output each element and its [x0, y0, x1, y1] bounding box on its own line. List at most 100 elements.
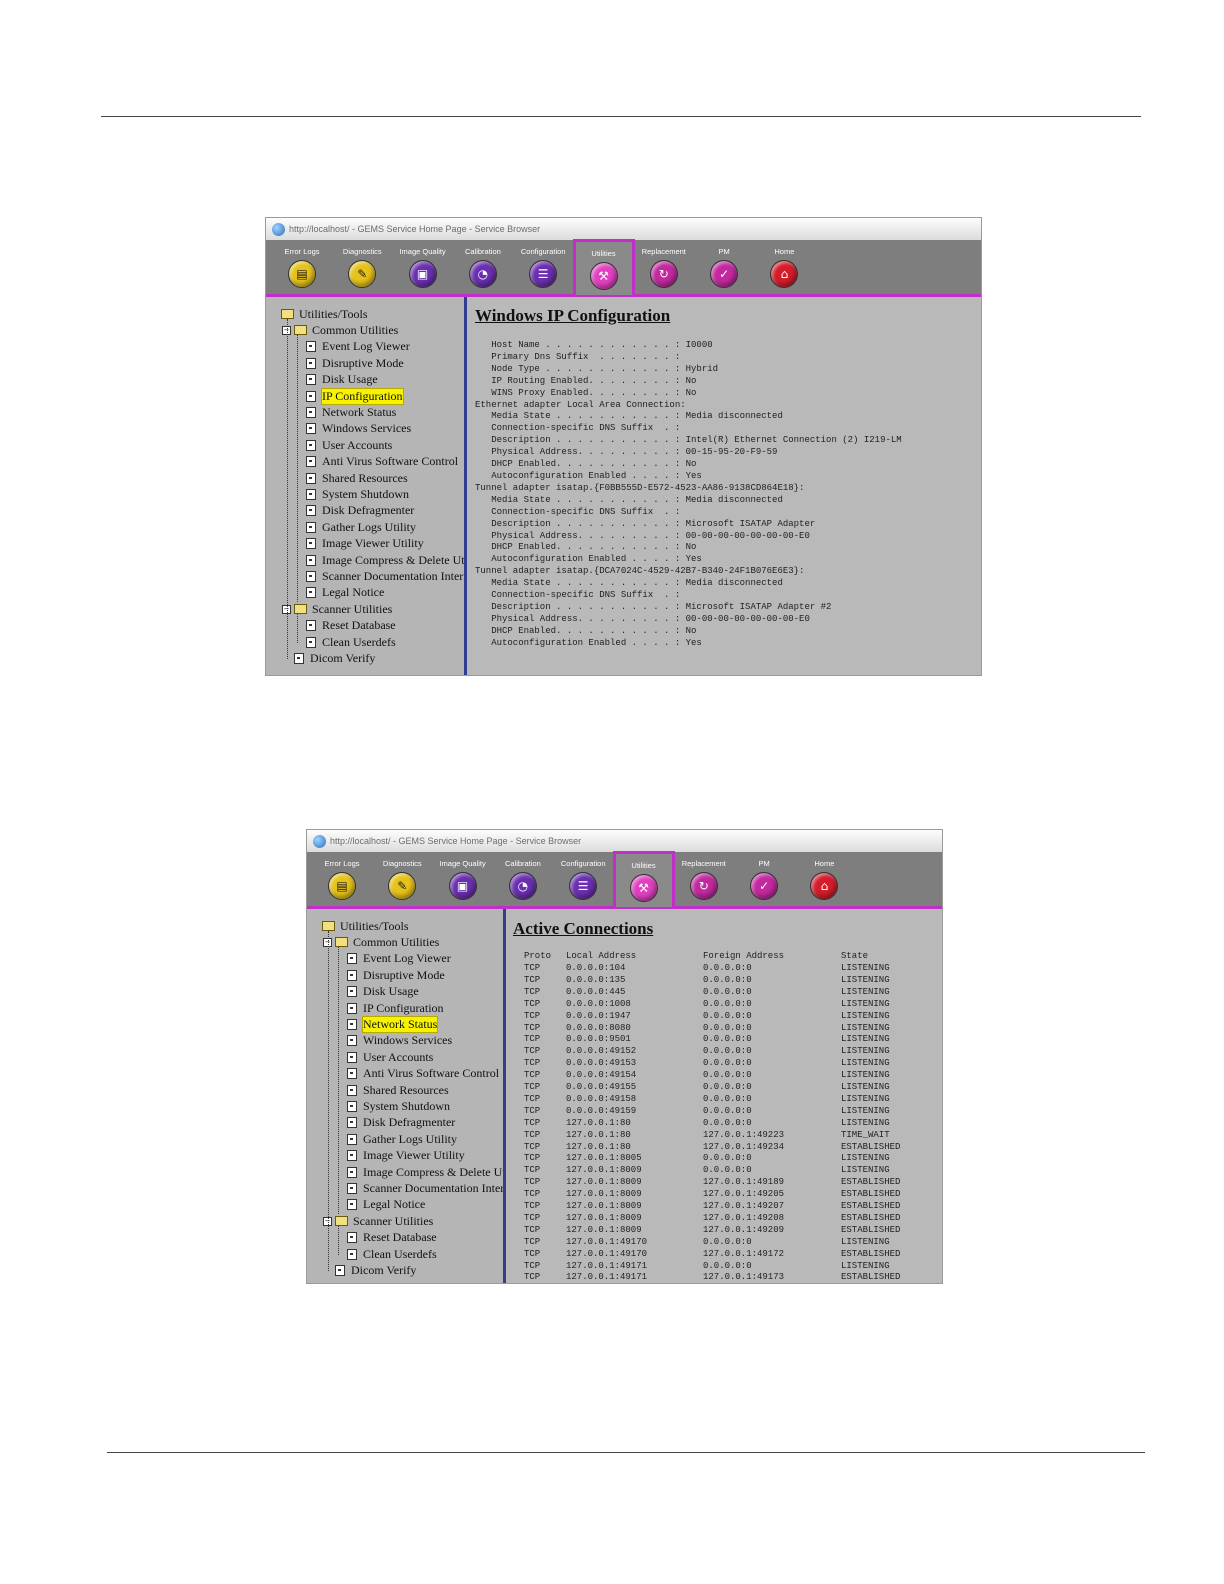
- home-icon[interactable]: ⌂: [770, 260, 799, 288]
- toolbar-error-logs-button[interactable]: Error Logs ▤: [311, 852, 373, 906]
- toolbar-replacement-button[interactable]: Replacement ↻: [673, 852, 735, 906]
- diagnostics-icon[interactable]: ✎: [388, 872, 417, 900]
- tree-item-image-viewer-utility[interactable]: Image Viewer Utility: [347, 1148, 465, 1163]
- tree-item-event-log-viewer[interactable]: Event Log Viewer: [347, 951, 451, 966]
- tree-item-image-compress-delete-util[interactable]: Image Compress & Delete Util: [347, 1165, 503, 1179]
- toolbar-utilities-button[interactable]: Utilities ⚒: [572, 239, 635, 295]
- pm-icon[interactable]: ✓: [750, 872, 779, 900]
- page-icon: [306, 587, 316, 599]
- tree-item-legal-notice[interactable]: Legal Notice: [306, 585, 384, 600]
- tree-item-windows-services[interactable]: Windows Services: [306, 421, 411, 436]
- tree-group-scanner-utilities[interactable]: − Scanner Utilities: [282, 602, 392, 616]
- tree-item-event-log-viewer[interactable]: Event Log Viewer: [306, 339, 410, 354]
- tree-connector: [297, 335, 298, 603]
- toolbar-error-logs-button[interactable]: Error Logs ▤: [271, 240, 333, 294]
- home-icon[interactable]: ⌂: [810, 872, 839, 900]
- toolbar-home-button[interactable]: Home ⌂: [753, 240, 815, 294]
- page-icon: [347, 1248, 357, 1260]
- replacement-icon[interactable]: ↻: [649, 260, 678, 288]
- tree-item-windows-services[interactable]: Windows Services: [347, 1033, 452, 1048]
- table-cell: 127.0.0.1:49234: [703, 1141, 785, 1152]
- tree-connector: [338, 947, 339, 1215]
- tree-item-reset-database[interactable]: Reset Database: [306, 618, 396, 633]
- table-row: TCP 0.0.0.0:49155 0.0.0.0:0 LISTENING: [506, 1081, 936, 1093]
- tree-root-utilities-tools[interactable]: Utilities/Tools: [322, 919, 409, 933]
- table-cell: ESTABLISHED: [841, 1272, 901, 1283]
- page-icon: [306, 390, 316, 402]
- error-logs-icon[interactable]: ▤: [288, 260, 316, 288]
- tree-item-disk-defragmenter[interactable]: Disk Defragmenter: [306, 503, 414, 518]
- tree-item-system-shutdown[interactable]: System Shutdown: [306, 487, 409, 501]
- calibration-icon[interactable]: ◔: [468, 260, 497, 288]
- tree-item-gather-logs-utility[interactable]: Gather Logs Utility: [306, 520, 416, 534]
- toolbar-configuration-button[interactable]: Configuration ☰: [552, 852, 614, 906]
- tree-item-reset-database[interactable]: Reset Database: [347, 1230, 437, 1245]
- tree-group-common-utilities[interactable]: − Common Utilities: [323, 935, 439, 949]
- pm-icon[interactable]: ✓: [710, 260, 739, 288]
- tree-item-dicom-verify[interactable]: Dicom Verify: [294, 651, 375, 665]
- calibration-icon[interactable]: ◔: [508, 872, 537, 900]
- tree-item-ip-configuration[interactable]: IP Configuration: [306, 387, 404, 405]
- tree-item-disruptive-mode[interactable]: Disruptive Mode: [347, 968, 445, 982]
- tree-item-image-compress-delete-util[interactable]: Image Compress & Delete Util: [306, 553, 464, 567]
- utilities-icon[interactable]: ⚒: [589, 262, 618, 290]
- tree-item-network-status[interactable]: Network Status: [306, 405, 396, 419]
- tree-item-anti-virus-software-control[interactable]: Anti Virus Software Control: [306, 454, 458, 469]
- tree-item-shared-resources[interactable]: Shared Resources: [347, 1083, 449, 1097]
- diagnostics-icon[interactable]: ✎: [348, 260, 377, 288]
- image-quality-icon[interactable]: ▣: [448, 872, 477, 900]
- tree-item-ip-configuration[interactable]: IP Configuration: [347, 1001, 444, 1015]
- tree-item-anti-virus-software-control[interactable]: Anti Virus Software Control: [347, 1066, 499, 1081]
- table-row: TCP 127.0.0.1:8005 0.0.0.0:0 LISTENING: [506, 1152, 936, 1164]
- table-row: TCP 0.0.0.0:49159 0.0.0.0:0 LISTENING: [506, 1105, 936, 1117]
- table-cell: LISTENING: [841, 1105, 890, 1116]
- table-cell: TCP: [524, 1070, 541, 1081]
- error-logs-icon[interactable]: ▤: [328, 872, 356, 900]
- table-cell: 0.0.0.0:0: [703, 1010, 752, 1021]
- toolbar-label: Calibration: [464, 247, 501, 256]
- toolbar-replacement-button[interactable]: Replacement ↻: [633, 240, 695, 294]
- toolbar-pm-button[interactable]: PM ✓: [733, 852, 795, 906]
- tree-item-shared-resources[interactable]: Shared Resources: [306, 471, 408, 485]
- tree-item-disk-defragmenter[interactable]: Disk Defragmenter: [347, 1115, 455, 1130]
- tree-item-network-status[interactable]: Network Status: [347, 1015, 439, 1033]
- toolbar-home-button[interactable]: Home ⌂: [793, 852, 855, 906]
- tree-item-clean-userdefs[interactable]: Clean Userdefs: [306, 635, 396, 649]
- toolbar-diagnostics-button[interactable]: Diagnostics ✎: [331, 240, 393, 294]
- replacement-icon[interactable]: ↻: [689, 872, 718, 900]
- table-cell: LISTENING: [841, 974, 890, 985]
- table-cell: Local Address: [566, 951, 637, 961]
- tree-item-scanner-documentation-interfa[interactable]: Scanner Documentation Interfa: [306, 569, 464, 583]
- tree-item-disk-usage[interactable]: Disk Usage: [306, 372, 378, 387]
- tree-item-disruptive-mode[interactable]: Disruptive Mode: [306, 356, 404, 370]
- tree-group-common-utilities[interactable]: − Common Utilities: [282, 323, 398, 337]
- toolbar-image-quality-button[interactable]: Image Quality ▣: [392, 240, 454, 294]
- toolbar-pm-button[interactable]: PM ✓: [693, 240, 755, 294]
- toolbar-utilities-button[interactable]: Utilities ⚒: [612, 851, 675, 907]
- table-cell: LISTENING: [841, 986, 890, 997]
- image-quality-icon[interactable]: ▣: [408, 260, 437, 288]
- tree-item-gather-logs-utility[interactable]: Gather Logs Utility: [347, 1132, 457, 1146]
- utilities-icon[interactable]: ⚒: [629, 874, 658, 902]
- configuration-icon[interactable]: ☰: [529, 260, 558, 288]
- tree-root-utilities-tools[interactable]: Utilities/Tools: [281, 307, 368, 321]
- toolbar-diagnostics-button[interactable]: Diagnostics ✎: [371, 852, 433, 906]
- table-cell: 0.0.0.0:9501: [566, 1034, 631, 1045]
- toolbar-image-quality-button[interactable]: Image Quality ▣: [432, 852, 494, 906]
- tree-item-legal-notice[interactable]: Legal Notice: [347, 1197, 425, 1212]
- tree-item-user-accounts[interactable]: User Accounts: [306, 438, 392, 452]
- tree-item-image-viewer-utility[interactable]: Image Viewer Utility: [306, 536, 424, 551]
- tree-group-scanner-utilities[interactable]: − Scanner Utilities: [323, 1214, 433, 1228]
- tree-item-clean-userdefs[interactable]: Clean Userdefs: [347, 1247, 437, 1261]
- tree-item-disk-usage[interactable]: Disk Usage: [347, 984, 419, 999]
- toolbar-calibration-button[interactable]: Calibration ◔: [452, 240, 514, 294]
- tree-item-system-shutdown[interactable]: System Shutdown: [347, 1099, 450, 1113]
- tree-item-user-accounts[interactable]: User Accounts: [347, 1050, 433, 1064]
- tree-item-dicom-verify[interactable]: Dicom Verify: [335, 1263, 416, 1277]
- configuration-icon[interactable]: ☰: [569, 872, 598, 900]
- table-cell: TCP: [524, 1165, 541, 1176]
- tree-item-scanner-documentation-interfa[interactable]: Scanner Documentation Interfa: [347, 1181, 503, 1195]
- folder-icon: [335, 937, 348, 948]
- toolbar-configuration-button[interactable]: Configuration ☰: [512, 240, 574, 294]
- toolbar-calibration-button[interactable]: Calibration ◔: [492, 852, 554, 906]
